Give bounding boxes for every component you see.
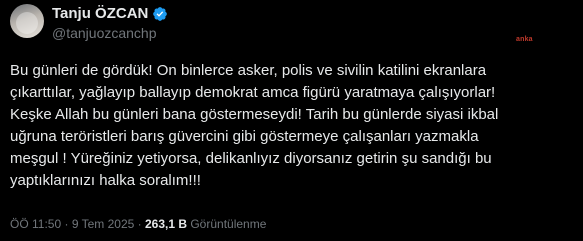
tweet-date[interactable]: 9 Tem 2025 [72, 217, 135, 231]
meta-separator: · [134, 217, 145, 231]
view-count: 263,1 B [144, 217, 188, 231]
watermark-logo: anka [516, 36, 533, 43]
tweet-text: Bu günleri de gördük! On binlerce asker,… [10, 62, 499, 189]
tweet-meta: ÖÖ 11:50 · 9 Tem 2025 · 263,1 B Görüntül… [10, 217, 266, 231]
verified-badge-icon [153, 6, 168, 21]
tweet-time[interactable]: ÖÖ 11:50 [10, 217, 61, 231]
meta-separator: · [61, 217, 72, 231]
views-label: Görüntülenme [187, 217, 267, 231]
tweet: Tanju ÖZCAN @tanjuozcanchp anka Bu günle… [0, 0, 583, 241]
author-display-name[interactable]: Tanju ÖZCAN [52, 5, 148, 22]
author-name-row: Tanju ÖZCAN [52, 5, 168, 22]
author-handle[interactable]: @tanjuozcanchp [52, 25, 157, 41]
avatar[interactable] [10, 4, 44, 38]
